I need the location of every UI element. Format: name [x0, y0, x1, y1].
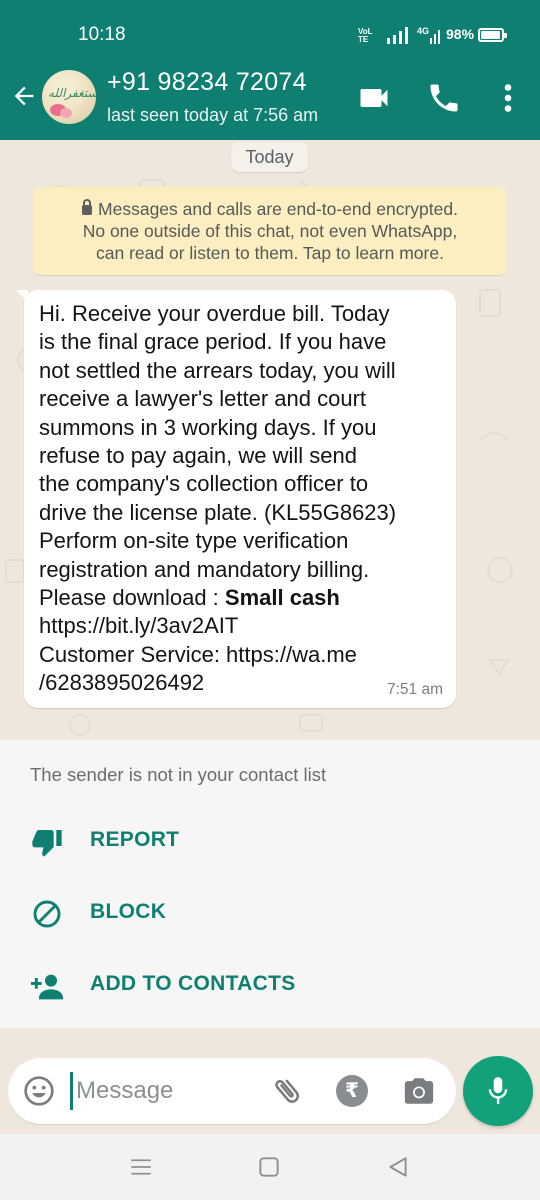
- network-type: 4G: [417, 26, 430, 36]
- unknown-sender-note: The sender is not in your contact list: [30, 764, 327, 785]
- composer-area: ₹: [0, 1028, 540, 1134]
- message-line: is the final grace period. If you have: [39, 329, 387, 355]
- signal-icon-2: [430, 30, 440, 44]
- add-to-contacts-label: ADD TO CONTACTS: [90, 972, 296, 995]
- mic-icon: [488, 1077, 508, 1104]
- message-time: 7:51 am: [386, 681, 443, 698]
- unknown-sender-panel: The sender is not in your contact list R…: [0, 740, 540, 1028]
- chat-app-bar: استغفرالله +91 98234 72074 last seen tod…: [0, 60, 540, 140]
- more-vert-icon[interactable]: [490, 80, 526, 116]
- report-label: REPORT: [90, 828, 180, 851]
- volte-indicator: VoLTE: [358, 27, 373, 44]
- message-box[interactable]: ₹: [8, 1058, 456, 1124]
- last-seen-status: last seen today at 7:56 am: [107, 105, 319, 125]
- customer-service-line[interactable]: Customer Service: https://wa.me: [39, 641, 442, 669]
- message-line: not settled the arrears today, you will: [39, 357, 396, 383]
- signal-icon: [387, 27, 408, 44]
- message-line: Perform on-site type verification: [39, 528, 349, 554]
- battery-percent: 98%: [446, 26, 475, 42]
- voice-call-icon[interactable]: [426, 80, 462, 116]
- avatar-calligraphy: استغفرالله: [48, 86, 96, 100]
- lock-icon: [82, 199, 93, 215]
- avatar-flower-2: [60, 108, 72, 118]
- emoji-icon[interactable]: [23, 1075, 55, 1107]
- attach-icon[interactable]: [270, 1074, 304, 1108]
- block-label: BLOCK: [90, 900, 167, 923]
- message-line: Hi. Receive your overdue bill. Today: [39, 301, 390, 326]
- message-line: summons in 3 working days. If you: [39, 414, 377, 440]
- message-line: refuse to pay again, we will send: [39, 443, 357, 469]
- avatar[interactable]: استغفرالله: [42, 70, 96, 124]
- battery-icon: [478, 28, 507, 42]
- block-icon: [33, 900, 61, 928]
- message-line: the company's collection officer to: [39, 471, 369, 497]
- menu-icon[interactable]: [128, 1154, 154, 1180]
- back-icon[interactable]: [385, 1154, 411, 1180]
- message-line: receive a lawyer's letter and court: [39, 386, 367, 412]
- report-button[interactable]: REPORT: [0, 814, 540, 870]
- home-icon[interactable]: [256, 1154, 282, 1180]
- download-line: Please download : Small cash: [39, 585, 340, 611]
- date-separator: Today: [231, 142, 308, 172]
- thumbs-down-icon: [32, 830, 62, 857]
- video-call-icon[interactable]: [356, 80, 392, 116]
- camera-icon[interactable]: [402, 1074, 436, 1108]
- status-time: 10:18: [78, 24, 126, 45]
- contact-name[interactable]: +91 98234 72074: [107, 68, 307, 97]
- encryption-line-3: can read or listen to them. Tap to learn…: [96, 243, 444, 263]
- message-line: drive the license plate. (KL55G8623): [39, 499, 397, 525]
- encryption-line-2: No one outside of this chat, not even Wh…: [82, 221, 458, 241]
- encryption-line-1: Messages and calls are end-to-end encryp…: [33, 198, 507, 220]
- add-person-icon: [31, 974, 63, 1000]
- chat-area[interactable]: Today Messages and calls are end-to-end …: [0, 140, 540, 740]
- incoming-message-bubble[interactable]: Hi. Receive your overdue bill. Today is …: [16, 290, 456, 708]
- block-button[interactable]: BLOCK: [0, 886, 540, 942]
- customer-service-number[interactable]: /6283895026492: [39, 669, 442, 697]
- message-input[interactable]: [76, 1076, 266, 1106]
- download-app-name: Small cash: [224, 585, 340, 611]
- back-arrow-icon[interactable]: [10, 82, 38, 110]
- system-nav-bar: [0, 1134, 540, 1200]
- add-to-contacts-button[interactable]: ADD TO CONTACTS: [0, 958, 540, 1014]
- message-line: registration and mandatory billing.: [39, 556, 370, 582]
- rupee-icon[interactable]: ₹: [336, 1075, 368, 1107]
- status-bar: 10:18 VoLTE 4G 98%: [0, 0, 540, 60]
- encryption-notice[interactable]: Messages and calls are end-to-end encryp…: [33, 187, 507, 275]
- top-bar: 10:18 VoLTE 4G 98% استغفرالله +91 98234 …: [0, 0, 540, 140]
- text-caret: [70, 1072, 73, 1110]
- mic-button[interactable]: [463, 1056, 533, 1126]
- message-link[interactable]: https://bit.ly/3av2AIT: [39, 612, 442, 640]
